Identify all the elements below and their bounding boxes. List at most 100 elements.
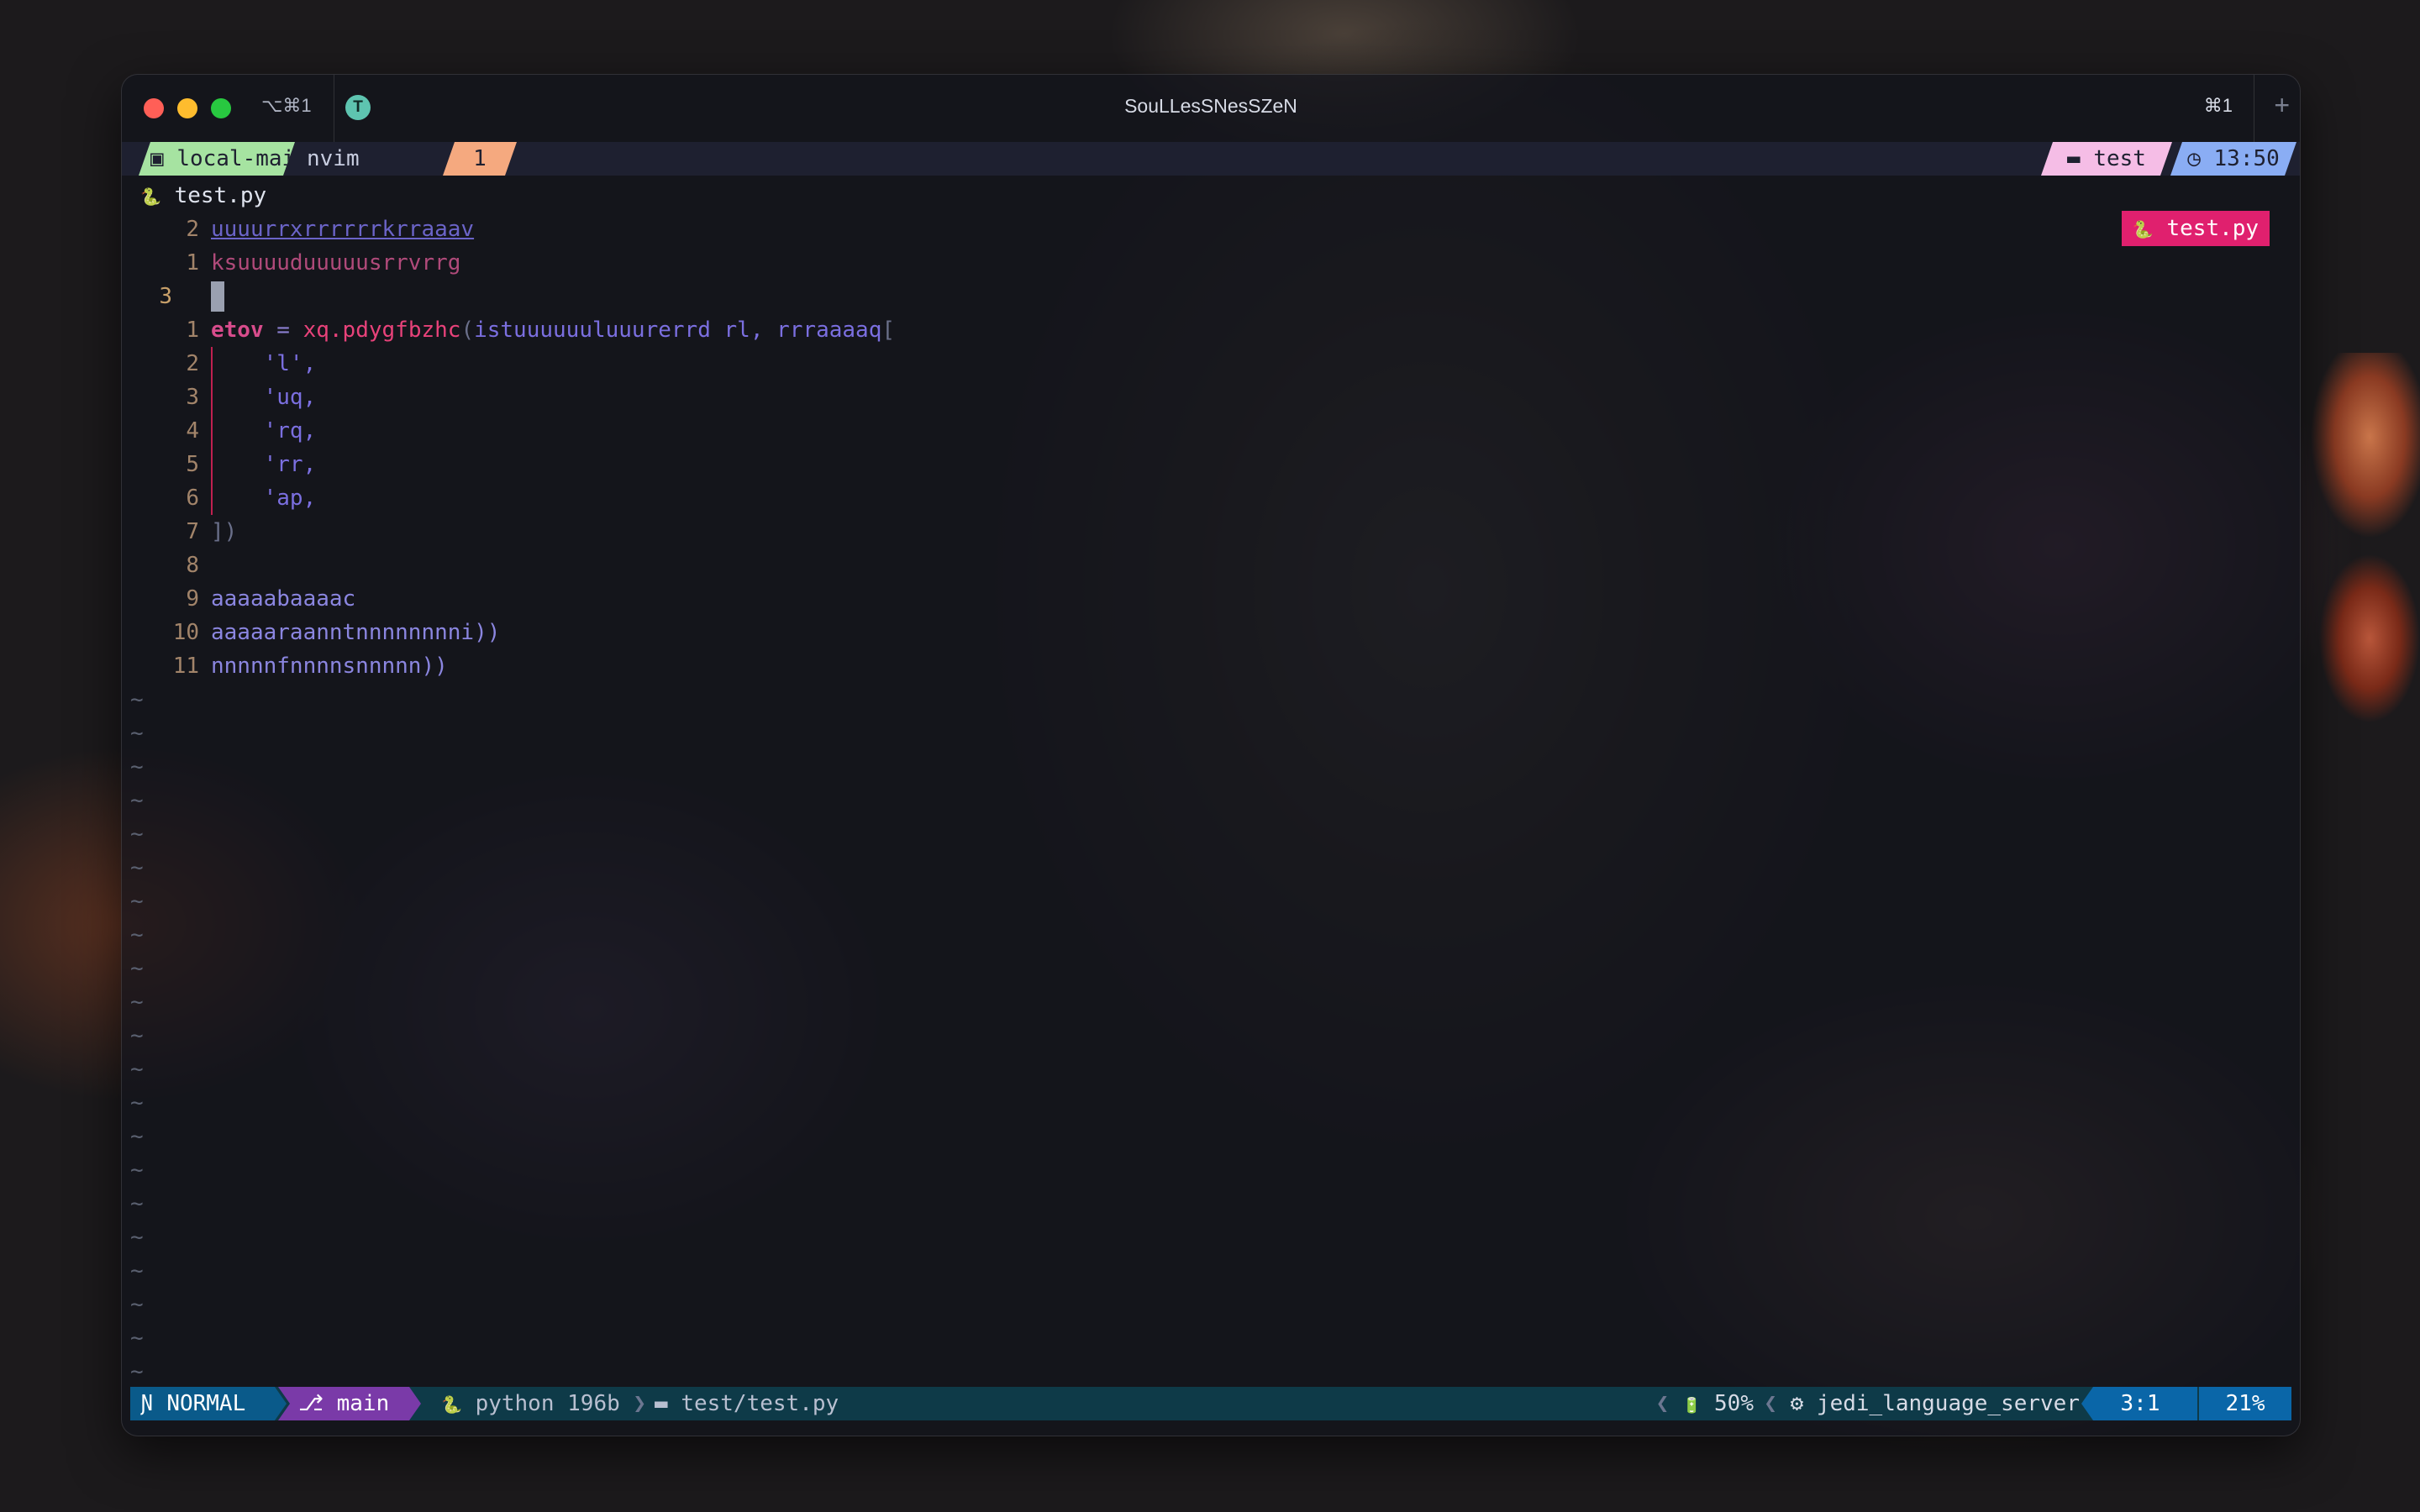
filetype-info: 🐍 python 196b ❯ <box>441 1387 646 1420</box>
separator-icon: ❯ <box>633 1391 647 1416</box>
new-tab-button[interactable]: + <box>2274 90 2290 121</box>
winbar-filename[interactable]: test.py <box>175 183 267 208</box>
empty-line-marker: ~ <box>130 687 144 712</box>
code-token: aaaaaraanntnnnnnnnni)) <box>211 620 501 645</box>
battery-percent: 50% <box>1714 1391 1754 1416</box>
folder-icon: ▬ <box>655 1391 668 1416</box>
empty-line-marker: ~ <box>130 1225 144 1250</box>
code-token: nnnnnfnnnnsnnnnn)) <box>211 654 448 679</box>
mode-indicator: Ɲ NORMAL <box>130 1387 287 1420</box>
code-token: xq.pdygfbzhc <box>302 318 461 343</box>
line-content: 'uq, <box>211 381 317 414</box>
code-token: 'rr, <box>211 452 317 477</box>
nvim-statusline: Ɲ NORMAL ⎇ main 🐍 python 196b ❯ ▬ test/t… <box>130 1387 2291 1420</box>
git-branch[interactable]: ⎇ main <box>278 1387 421 1420</box>
tmux-window-name[interactable]: nvim <box>307 142 366 176</box>
line-content: 'rr, <box>211 448 317 481</box>
code-token: 'l', <box>211 351 317 376</box>
empty-line-marker: ~ <box>130 1057 144 1082</box>
line-content: ksuuuuduuuuusrrvrrg <box>211 246 460 280</box>
code-token: = <box>263 318 303 343</box>
scroll-percent: 21% <box>2197 1387 2291 1420</box>
code-token: 'ap, <box>211 486 317 511</box>
cursor-position: 3:1 <box>2081 1387 2199 1420</box>
tmux-status-bar: ▣ local-main nvim 1 ▬ test ◷ 13:50 <box>122 142 2300 176</box>
line-number: 3 <box>186 385 199 410</box>
empty-line-marker: ~ <box>130 1158 144 1183</box>
line-number: 8 <box>186 553 199 578</box>
empty-line-marker: ~ <box>130 889 144 914</box>
title-bar[interactable]: ⌥⌘1 T SouLLesSNesSZeN ⌘1 + <box>122 75 2300 142</box>
empty-line-marker: ~ <box>130 754 144 780</box>
line-content: aaaaaraanntnnnnnnnni)) <box>211 616 500 649</box>
mode-text: NORMAL <box>166 1391 246 1416</box>
python-icon: 🐍 <box>140 186 161 207</box>
clock-icon: ◷ <box>2187 146 2201 171</box>
code-token: 'rq, <box>211 418 317 444</box>
filetype-text: python 196b <box>475 1391 620 1416</box>
code-token: ]) <box>211 519 238 544</box>
empty-line-marker: ~ <box>130 990 144 1015</box>
line-content: nnnnnfnnnnsnnnnn)) <box>211 649 448 683</box>
line-number: 1 <box>186 318 199 343</box>
empty-line-marker: ~ <box>130 1326 144 1351</box>
line-content: 'rq, <box>211 414 317 448</box>
session-name: local-main <box>176 146 308 171</box>
background-flower <box>2302 353 2420 739</box>
line-number: 2 <box>186 351 199 376</box>
line-number: 6 <box>186 486 199 511</box>
line-content: 'l', <box>211 347 317 381</box>
terminal-icon: ▣ <box>150 146 164 171</box>
file-path-text: test/test.py <box>681 1391 839 1416</box>
empty-line-marker: ~ <box>130 1090 144 1116</box>
line-content: 'ap, <box>211 481 317 515</box>
branch-name: main <box>336 1391 390 1416</box>
tmux-session[interactable]: ▣ local-main <box>139 142 295 176</box>
text-cursor <box>211 281 224 312</box>
tab-shortcut-right: ⌘1 <box>2203 95 2233 116</box>
separator-left-icon: ❮ <box>1655 1391 1670 1416</box>
line-number: 9 <box>186 586 199 612</box>
tmux-directory: ▬ test <box>2041 142 2172 176</box>
line-content: uuuurrxrrrrrrkrraaav <box>211 213 474 246</box>
tmux-clock: ◷ 13:50 <box>2170 142 2296 176</box>
empty-line-marker: ~ <box>130 721 144 746</box>
code-token: ksuuuuduuuuusrrvrrg <box>211 250 461 276</box>
line-number: 3 <box>159 284 172 309</box>
code-token: ( <box>460 318 475 343</box>
line-number: 4 <box>186 418 199 444</box>
empty-line-marker: ~ <box>130 1191 144 1216</box>
line-number: 7 <box>186 519 199 544</box>
code-token: aaaaabaaaac <box>211 586 356 612</box>
winbar: 🐍 test.py <box>140 179 266 213</box>
code-token: istuuuuuuluuurerrd rl, rrraaaaq <box>474 318 882 343</box>
line-number: 2 <box>186 217 199 242</box>
code-token: uuuurrxrrrrrrkrraaav <box>211 217 475 242</box>
battery-status: ❮ 🔋 50% <box>1656 1387 1754 1420</box>
code-token: [ <box>881 318 896 343</box>
battery-icon: 🔋 <box>1681 1397 1702 1415</box>
window-title: SouLLesSNesSZeN <box>1124 95 1297 117</box>
code-token: etov <box>211 318 264 343</box>
empty-line-marker: ~ <box>130 855 144 880</box>
empty-line-marker: ~ <box>130 956 144 981</box>
folder-icon: ▬ <box>2067 146 2081 171</box>
gear-icon: ⚙ <box>1790 1391 1804 1416</box>
line-number: 11 <box>172 654 199 679</box>
clock-time: 13:50 <box>2213 146 2280 171</box>
empty-line-marker: ~ <box>130 788 144 813</box>
line-content: etov = xq.pdygfbzhc(istuuuuuuluuurerrd r… <box>211 313 895 347</box>
separator-left-icon: ❮ <box>1764 1391 1777 1416</box>
empty-line-marker: ~ <box>130 822 144 847</box>
line-number: 5 <box>186 452 199 477</box>
neovim-icon: Ɲ <box>140 1391 154 1416</box>
empty-line-marker: ~ <box>130 922 144 948</box>
lsp-name: jedi_language_server <box>1816 1391 2080 1416</box>
lsp-status[interactable]: ❮ ⚙ jedi_language_server <box>1764 1387 2080 1420</box>
incline-file-tag[interactable]: 🐍 test.py <box>2122 211 2270 246</box>
indent-guide <box>211 347 213 515</box>
directory-name: test <box>2093 146 2146 171</box>
tmux-window-index[interactable]: 1 <box>443 142 517 176</box>
python-icon: 🐍 <box>2132 219 2154 239</box>
empty-line-marker: ~ <box>130 1359 144 1384</box>
